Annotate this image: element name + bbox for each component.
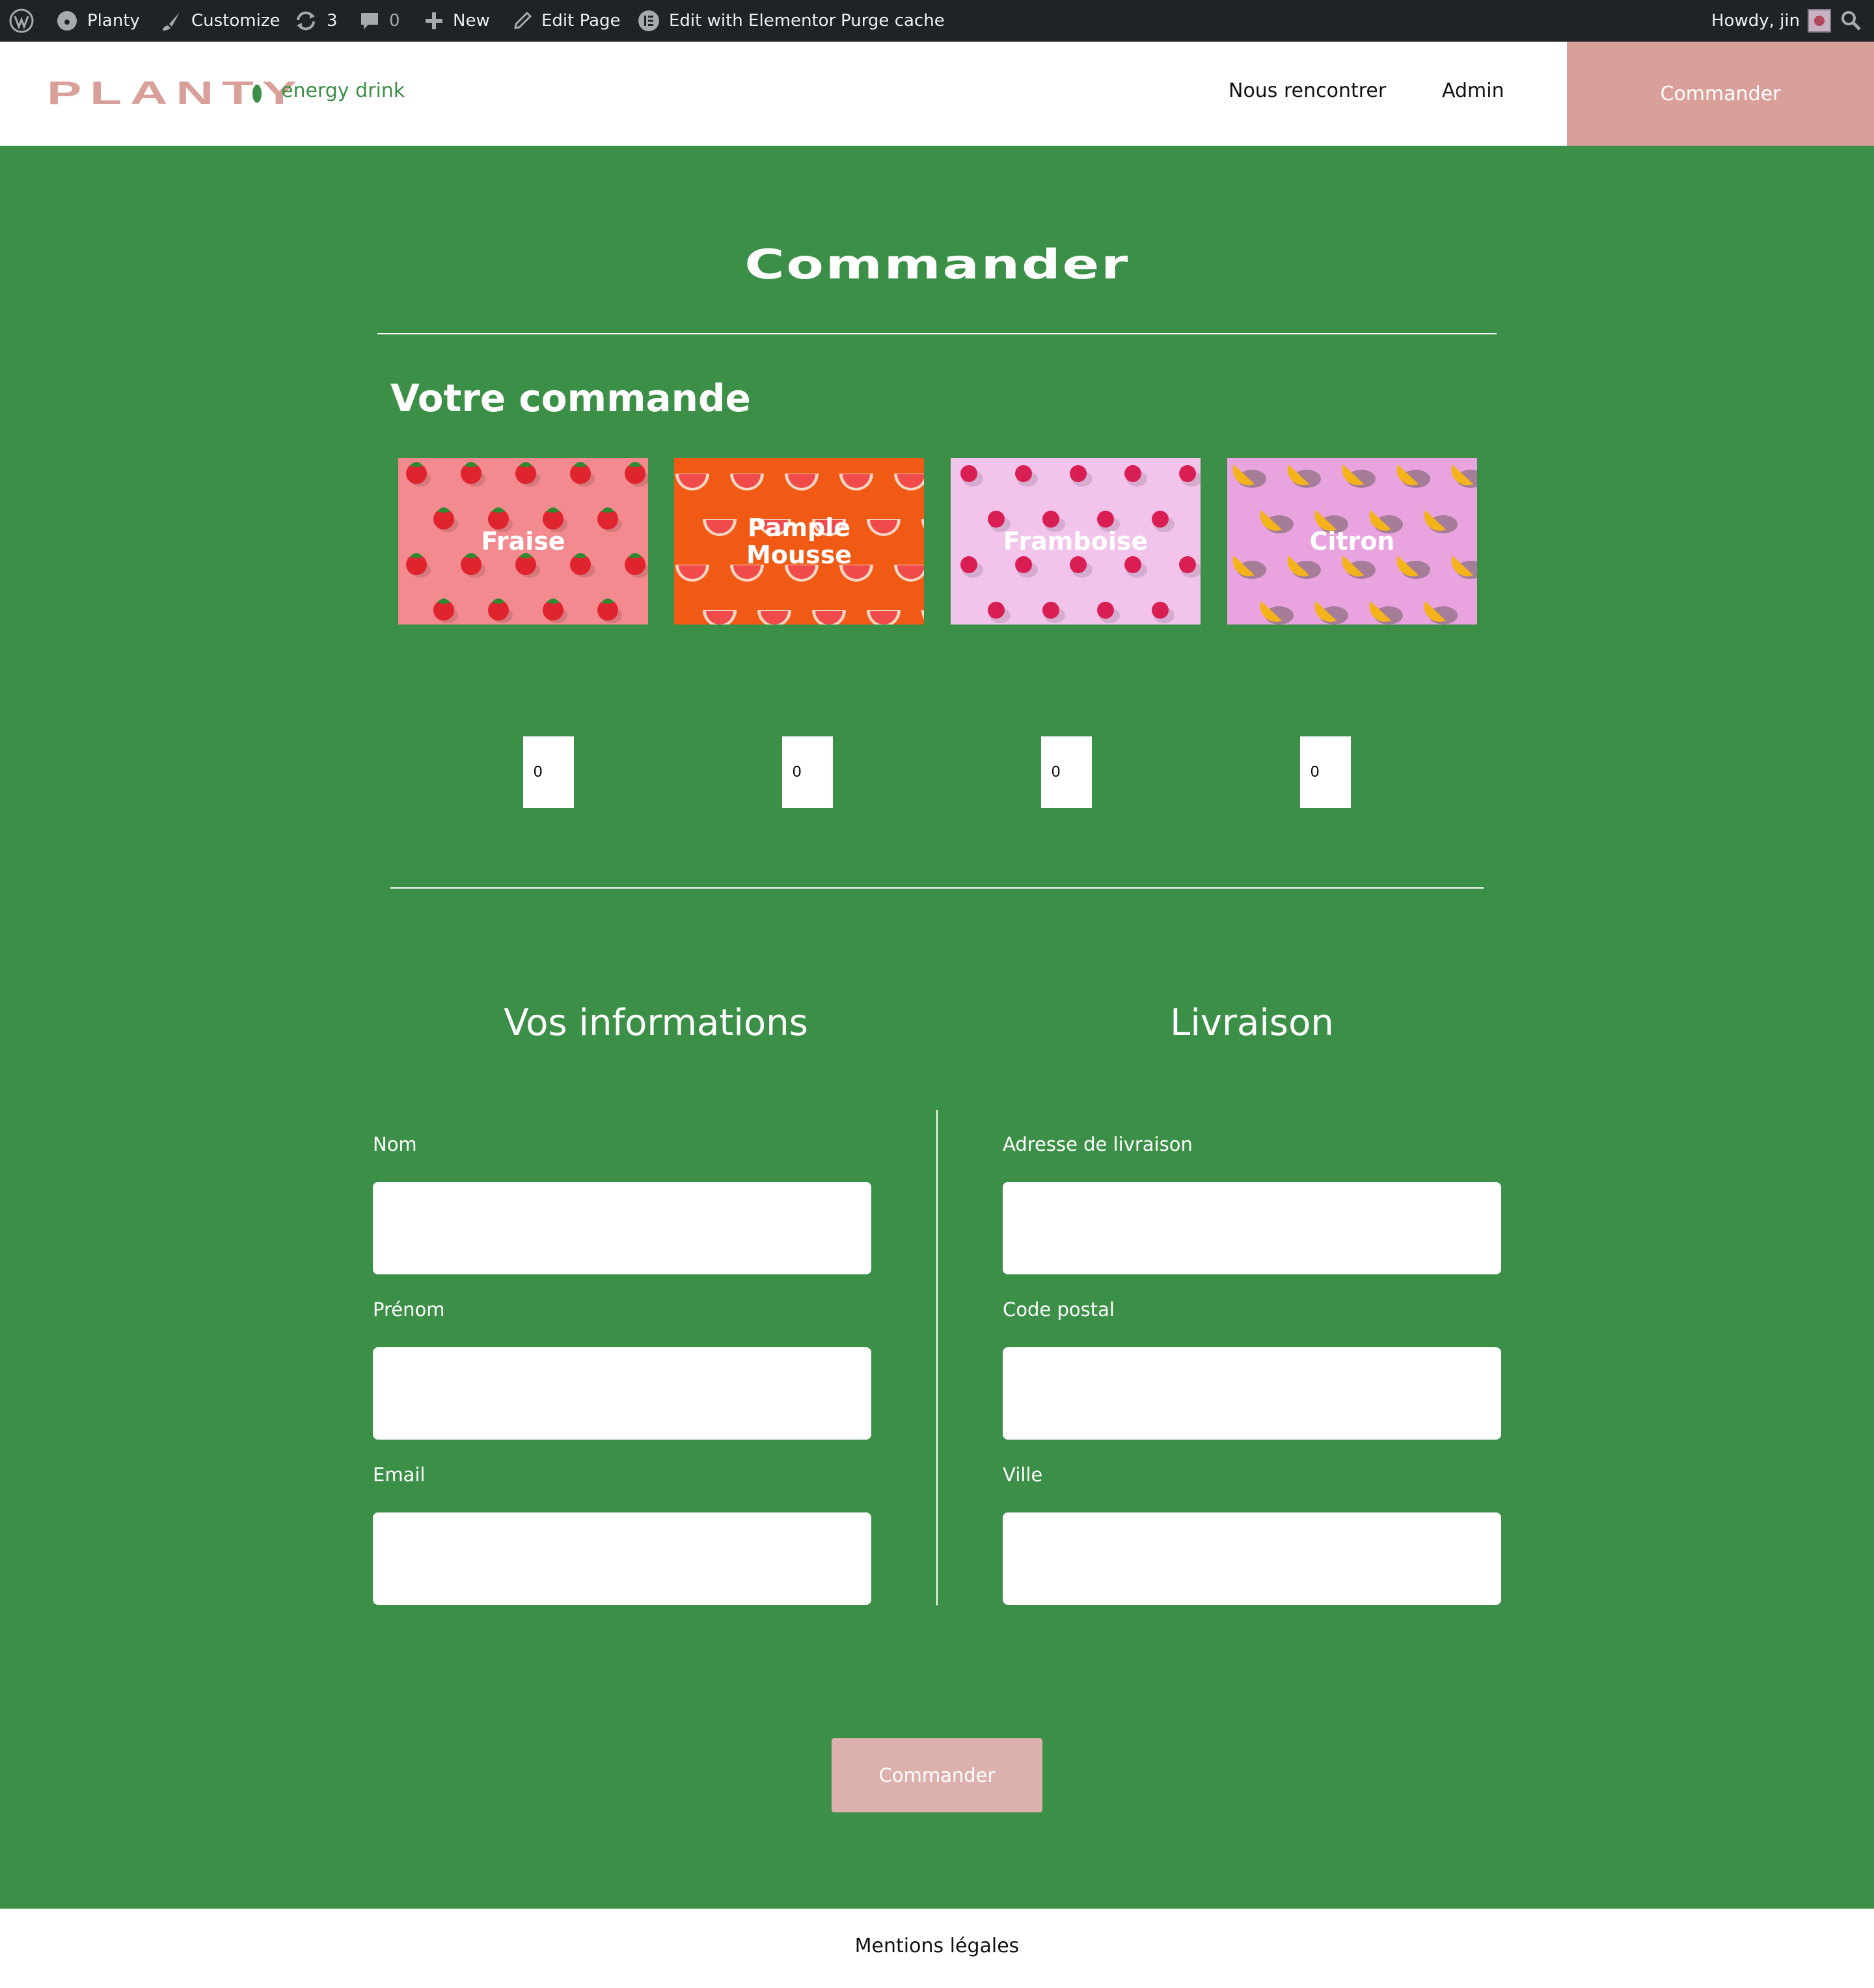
footer-legal-link[interactable]: Mentions légales	[0, 1935, 1874, 1957]
site-tagline: energy drink	[281, 79, 405, 102]
label-email: Email	[373, 1464, 426, 1486]
admin-purge-cache-link[interactable]: Purge cache	[841, 0, 945, 42]
product-card-fraise[interactable]: Fraise	[398, 458, 648, 625]
label-nom: Nom	[373, 1133, 417, 1155]
order-heading: Votre commande	[390, 376, 751, 420]
product-name: Fraise	[481, 527, 565, 556]
product-name: Pample Mousse	[746, 513, 852, 569]
quantity-input-citron[interactable]	[1300, 736, 1351, 808]
leaf-icon	[252, 85, 262, 103]
admin-comments-link[interactable]: 0	[359, 0, 400, 42]
product-name: Citron	[1309, 527, 1395, 556]
admin-elementor-link[interactable]: Edit with Elementor	[638, 0, 835, 42]
product-name: Framboise	[1003, 527, 1148, 556]
email-field[interactable]	[373, 1512, 871, 1605]
wordpress-logo-icon[interactable]	[9, 0, 34, 42]
brush-icon	[160, 10, 182, 32]
quantity-input-framboise[interactable]	[1041, 736, 1092, 808]
site-footer: Mentions légales	[0, 1909, 1874, 1988]
comment-icon	[359, 10, 380, 31]
admin-elementor-label: Edit with Elementor	[669, 11, 836, 31]
admin-howdy-label: Howdy, jin	[1711, 11, 1800, 31]
avatar	[1808, 9, 1832, 33]
admin-edit-page-link[interactable]: Edit Page	[513, 0, 621, 42]
elementor-icon	[638, 10, 660, 32]
site-header: PLANTY energy drink Nous rencontrer Admi…	[0, 42, 1874, 146]
page-title: Commander	[0, 241, 1874, 288]
quantity-input-pamplemousse[interactable]	[782, 736, 833, 808]
prenom-field[interactable]	[373, 1347, 871, 1440]
admin-site-name: Planty	[87, 11, 140, 31]
wp-admin-bar: Planty Customize 3 0 New Edit Page Edit …	[0, 0, 1874, 42]
admin-account-link[interactable]: Howdy, jin	[1711, 0, 1832, 42]
nav-link-nous-rencontrer[interactable]: Nous rencontrer	[1229, 79, 1386, 102]
site-logo[interactable]: PLANTY	[47, 74, 305, 112]
admin-purge-cache-label: Purge cache	[841, 11, 945, 31]
admin-customize-label: Customize	[191, 11, 280, 31]
admin-search-icon[interactable]	[1840, 0, 1862, 42]
adresse-field[interactable]	[1003, 1182, 1501, 1274]
label-ville: Ville	[1003, 1464, 1043, 1486]
quantity-input-fraise[interactable]	[523, 736, 574, 808]
product-card-citron[interactable]: Citron	[1227, 458, 1477, 625]
admin-new-link[interactable]: New	[424, 0, 490, 42]
admin-updates-count: 3	[327, 11, 338, 31]
nav-link-admin[interactable]: Admin	[1442, 79, 1504, 102]
label-adresse: Adresse de livraison	[1003, 1133, 1193, 1155]
admin-new-label: New	[453, 11, 490, 31]
info-heading: Vos informations	[504, 1002, 808, 1044]
title-divider	[377, 333, 1497, 334]
code-postal-field[interactable]	[1003, 1347, 1501, 1440]
dashboard-icon	[56, 10, 78, 32]
label-code-postal: Code postal	[1003, 1298, 1115, 1321]
order-divider	[390, 887, 1484, 889]
admin-comments-count: 0	[389, 11, 400, 31]
submit-order-button[interactable]: Commander	[832, 1738, 1042, 1812]
nom-field[interactable]	[373, 1182, 871, 1274]
nav-commander-button[interactable]: Commander	[1567, 42, 1874, 146]
updates-icon	[294, 10, 318, 32]
ville-field[interactable]	[1003, 1512, 1501, 1605]
page-title-text: Commander	[744, 241, 1130, 288]
admin-updates-link[interactable]: 3	[294, 0, 338, 42]
form-column-divider	[936, 1110, 938, 1605]
product-card-pamplemousse[interactable]: Pample Mousse	[674, 458, 924, 625]
plus-icon	[424, 11, 444, 31]
admin-customize-link[interactable]: Customize	[160, 0, 280, 42]
delivery-heading: Livraison	[1170, 1002, 1334, 1044]
pencil-icon	[513, 11, 532, 31]
admin-site-link[interactable]: Planty	[56, 0, 140, 42]
admin-edit-page-label: Edit Page	[541, 11, 621, 31]
product-card-framboise[interactable]: Framboise	[951, 458, 1201, 625]
label-prenom: Prénom	[373, 1298, 445, 1321]
